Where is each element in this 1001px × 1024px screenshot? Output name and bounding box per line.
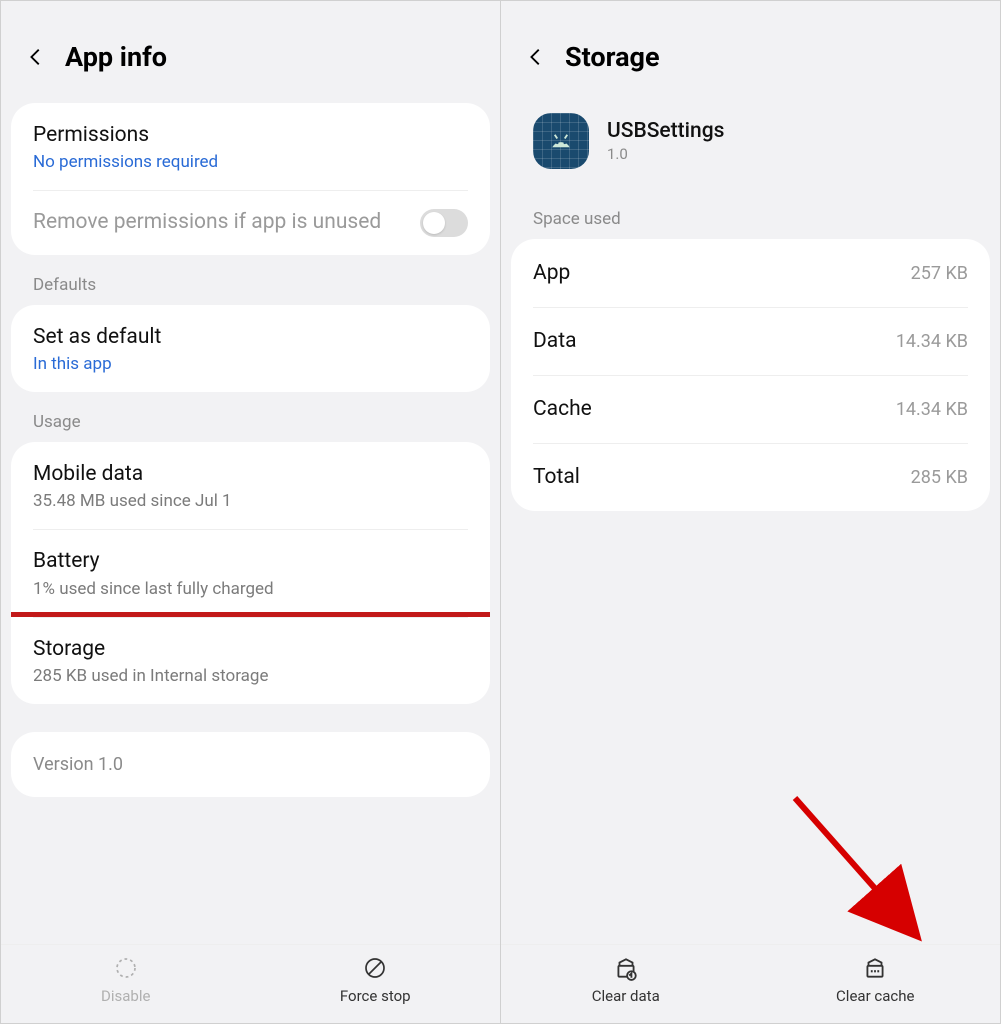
row-remove-permissions[interactable]: Remove permissions if app is unused [11,190,490,254]
android-icon [546,126,576,156]
clear-data-icon [613,955,639,981]
row-sub: 35.48 MB used since Jul 1 [33,491,468,511]
card-permissions-group: Permissions No permissions required Remo… [11,103,490,255]
header: App info [1,1,500,103]
row-label: Storage [33,635,468,663]
prohibit-icon [362,955,388,981]
disable-button[interactable]: Disable [1,955,251,1005]
row-storage[interactable]: Storage 285 KB used in Internal storage [11,612,490,704]
row-cache-size: Cache 14.34 KB [511,375,990,443]
content-scroll[interactable]: USBSettings 1.0 Space used App 257 KB Da… [501,103,1000,944]
header: Storage [501,1,1000,103]
kv-key: Data [533,329,577,353]
card-usage: Mobile data 35.48 MB used since Jul 1 Ba… [11,442,490,704]
row-label: Permissions [33,121,468,149]
row-battery[interactable]: Battery 1% used since last fully charged [11,529,490,616]
row-sub: No permissions required [33,152,468,172]
kv-val: 14.34 KB [896,331,968,352]
version-text: Version 1.0 [11,732,490,797]
row-data-size: Data 14.34 KB [511,307,990,375]
page-title: App info [65,41,167,73]
row-label: Mobile data [33,460,468,488]
back-button[interactable] [23,44,49,70]
section-defaults: Defaults [11,255,490,305]
kv-key: Total [533,465,580,489]
pane-app-info: App info Permissions No permissions requ… [0,0,501,1024]
page-title: Storage [565,41,660,73]
kv-val: 285 KB [911,467,968,488]
kv-val: 14.34 KB [896,399,968,420]
button-label: Clear data [592,987,660,1005]
app-name: USBSettings [607,119,724,143]
content-scroll[interactable]: Permissions No permissions required Remo… [1,103,500,944]
row-sub: 1% used since last fully charged [33,579,468,599]
clear-data-button[interactable]: Clear data [501,955,751,1005]
app-version: 1.0 [607,145,724,163]
chevron-left-icon [25,46,47,68]
pane-storage: Storage USBSettings 1.0 Space used App [501,0,1001,1024]
app-row: USBSettings 1.0 [511,103,990,189]
section-space-used: Space used [511,189,990,239]
row-label: Set as default [33,323,468,351]
toggle-remove-permissions[interactable] [420,209,468,237]
bottom-bar: Disable Force stop [1,944,500,1023]
row-permissions[interactable]: Permissions No permissions required [11,103,490,190]
app-icon [533,113,589,169]
dashed-circle-icon [113,955,139,981]
kv-key: Cache [533,397,592,421]
clear-cache-button[interactable]: Clear cache [751,955,1001,1005]
row-sub: In this app [33,354,468,374]
back-button[interactable] [523,44,549,70]
section-usage: Usage [11,392,490,442]
chevron-left-icon [525,46,547,68]
row-set-default[interactable]: Set as default In this app [11,305,490,392]
card-defaults: Set as default In this app [11,305,490,392]
kv-key: App [533,261,570,285]
row-app-size: App 257 KB [511,239,990,307]
clear-cache-icon [862,955,888,981]
row-sub: 285 KB used in Internal storage [33,666,468,686]
row-total-size: Total 285 KB [511,443,990,511]
row-mobile-data[interactable]: Mobile data 35.48 MB used since Jul 1 [11,442,490,529]
force-stop-button[interactable]: Force stop [251,955,501,1005]
kv-val: 257 KB [911,263,968,284]
app-text: USBSettings 1.0 [607,119,724,163]
row-label: Battery [33,547,468,575]
row-label: Remove permissions if app is unused [33,208,381,236]
bottom-bar: Clear data Clear cache [501,944,1000,1023]
button-label: Disable [101,987,150,1005]
button-label: Clear cache [836,987,914,1005]
button-label: Force stop [340,987,411,1005]
card-space-used: App 257 KB Data 14.34 KB Cache 14.34 KB … [511,239,990,511]
